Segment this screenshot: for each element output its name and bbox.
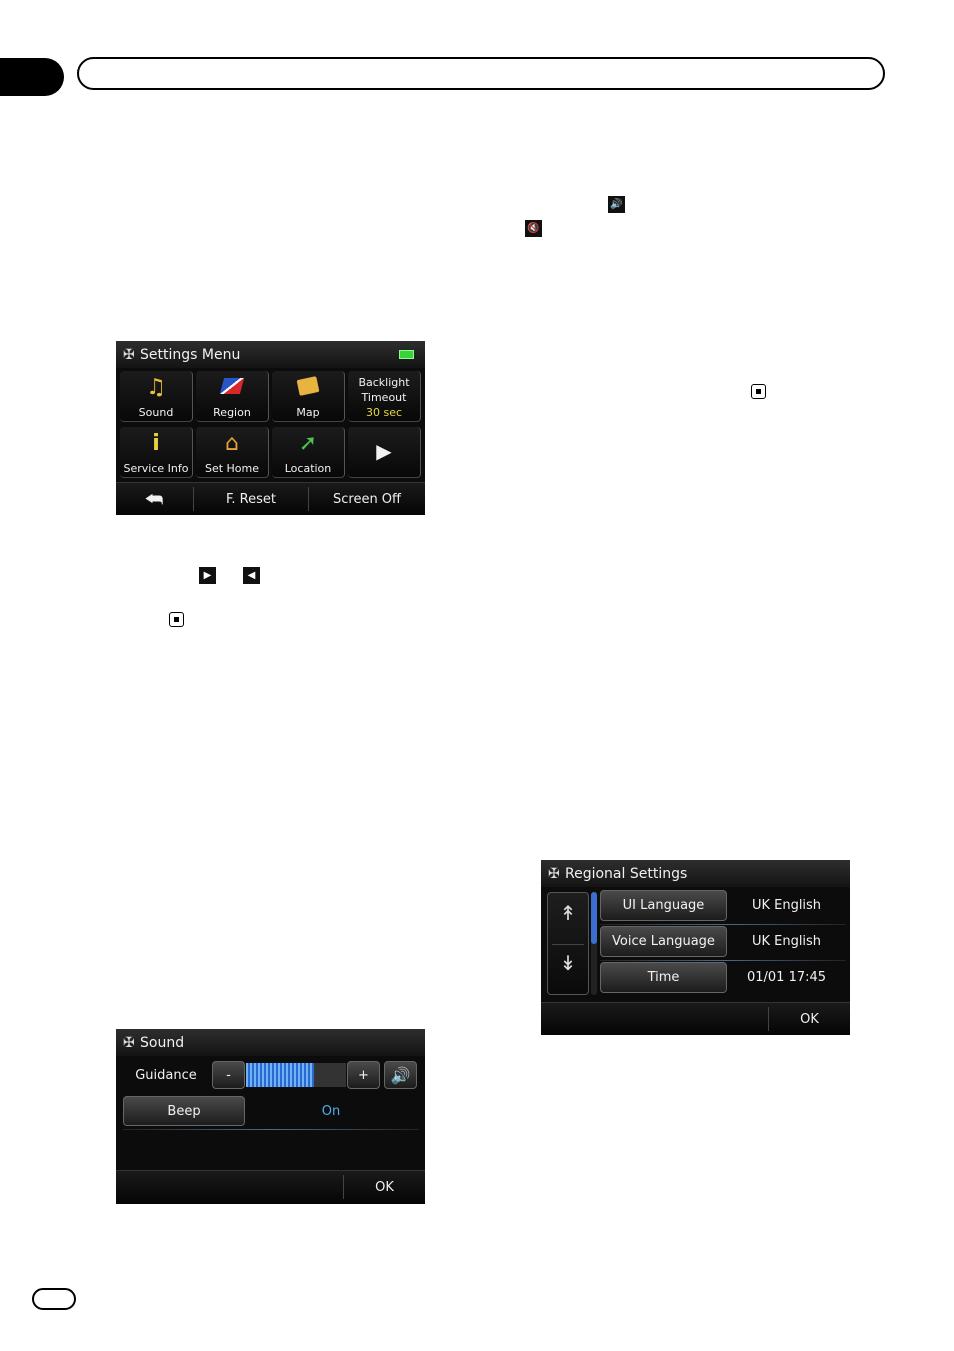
chapter-tab	[0, 58, 64, 96]
scroll-down-button[interactable]: ↡	[548, 951, 588, 975]
language-badge	[32, 1288, 76, 1310]
regional-settings-screen: ✠ Regional Settings ↟ ↡ UI Language UK E…	[541, 860, 850, 1035]
service-info-tile[interactable]: i Service Info	[120, 427, 193, 478]
sound-bottombar: OK	[116, 1170, 425, 1204]
factory-reset-button[interactable]: F. Reset	[194, 483, 308, 515]
volume-speaker-button[interactable]: 🔊	[384, 1061, 417, 1089]
set-home-icon: ⌂	[225, 431, 239, 456]
sound-label: Sound	[138, 406, 174, 419]
end-mark-icon	[751, 384, 766, 399]
scroll-control: ↟ ↡	[547, 892, 589, 995]
location-tile[interactable]: ➚ Location	[272, 427, 345, 478]
sound-titlebar: ✠ Sound	[116, 1029, 425, 1056]
time-value: 01/01 17:45	[746, 970, 827, 985]
map-icon	[272, 374, 344, 402]
speaker-mute-icon: 🔇	[525, 220, 542, 237]
service-info-label: Service Info	[123, 462, 189, 475]
double-chevron-up-icon: ↟	[559, 901, 577, 925]
set-home-tile[interactable]: ⌂ Set Home	[196, 427, 269, 478]
region-icon	[196, 374, 268, 402]
volume-plus-button[interactable]: +	[347, 1061, 380, 1089]
battery-icon	[399, 350, 414, 359]
ui-language-value: UK English	[751, 898, 822, 913]
regional-settings-titlebar: ✠ Regional Settings	[541, 860, 850, 887]
settings-tool-icon: ✠	[123, 1034, 135, 1051]
backlight-label: Backlight	[358, 376, 410, 389]
next-page-button[interactable]: ▶	[348, 427, 421, 478]
sound-title: Sound	[140, 1034, 185, 1051]
map-tile[interactable]: Map	[272, 371, 345, 422]
voice-language-button[interactable]: Voice Language	[600, 926, 727, 957]
time-button[interactable]: Time	[600, 962, 727, 993]
end-mark-icon	[169, 612, 184, 627]
beep-value: On	[321, 1103, 341, 1119]
sound-icon: ♫	[146, 375, 166, 400]
header-bar	[77, 57, 885, 90]
volume-slider-fill	[246, 1063, 314, 1087]
guidance-label: Guidance	[135, 1067, 197, 1083]
ok-button[interactable]: OK	[769, 1003, 850, 1035]
scroll-divider	[552, 944, 584, 945]
settings-tool-icon: ✠	[548, 865, 560, 882]
prev-arrow-icon: ◀	[243, 567, 260, 584]
settings-tool-icon: ✠	[123, 346, 135, 363]
ok-button[interactable]: OK	[344, 1171, 425, 1203]
row-divider	[600, 924, 846, 925]
speaker-on-icon: 🔊	[608, 196, 625, 213]
next-arrow-icon: ▶	[199, 567, 216, 584]
backlight-timeout-value: 30 sec	[365, 406, 403, 419]
next-page-arrow-icon: ▶	[376, 439, 392, 463]
double-chevron-down-icon: ↡	[559, 951, 577, 975]
ui-language-button[interactable]: UI Language	[600, 890, 727, 921]
location-icon: ➚	[298, 431, 318, 456]
row-divider	[123, 1129, 419, 1130]
settings-menu-screen: ✠ Settings Menu ♫ Sound Region Map Backl…	[116, 341, 425, 515]
back-button[interactable]: ⮪	[120, 483, 188, 515]
timeout-label: Timeout	[361, 391, 407, 404]
beep-button[interactable]: Beep	[123, 1096, 245, 1126]
location-label: Location	[284, 462, 332, 475]
settings-menu-titlebar: ✠ Settings Menu	[116, 341, 425, 368]
scrollbar-track[interactable]	[591, 892, 597, 995]
regional-settings-title: Regional Settings	[565, 865, 688, 882]
settings-menu-bottombar: ⮪ F. Reset Screen Off	[116, 482, 425, 515]
row-divider	[600, 960, 846, 961]
sound-tile[interactable]: ♫ Sound	[120, 371, 193, 422]
scroll-up-button[interactable]: ↟	[548, 901, 588, 925]
back-arrow-icon: ⮪	[144, 487, 164, 511]
region-label: Region	[213, 406, 251, 419]
region-tile[interactable]: Region	[196, 371, 269, 422]
settings-menu-title: Settings Menu	[140, 346, 241, 363]
service-info-icon: i	[152, 431, 160, 456]
sound-screen: ✠ Sound Guidance - + 🔊 Beep On OK	[116, 1029, 425, 1204]
screen-off-button[interactable]: Screen Off	[309, 483, 425, 515]
scrollbar-thumb[interactable]	[591, 892, 597, 944]
map-label: Map	[296, 406, 320, 419]
volume-minus-button[interactable]: -	[212, 1061, 245, 1089]
volume-slider[interactable]	[246, 1063, 346, 1087]
backlight-timeout-tile[interactable]: Backlight Timeout 30 sec	[348, 371, 421, 422]
speaker-icon: 🔊	[390, 1065, 411, 1085]
voice-language-value: UK English	[751, 934, 822, 949]
regional-settings-bottombar: OK	[541, 1002, 850, 1035]
set-home-label: Set Home	[204, 462, 260, 475]
